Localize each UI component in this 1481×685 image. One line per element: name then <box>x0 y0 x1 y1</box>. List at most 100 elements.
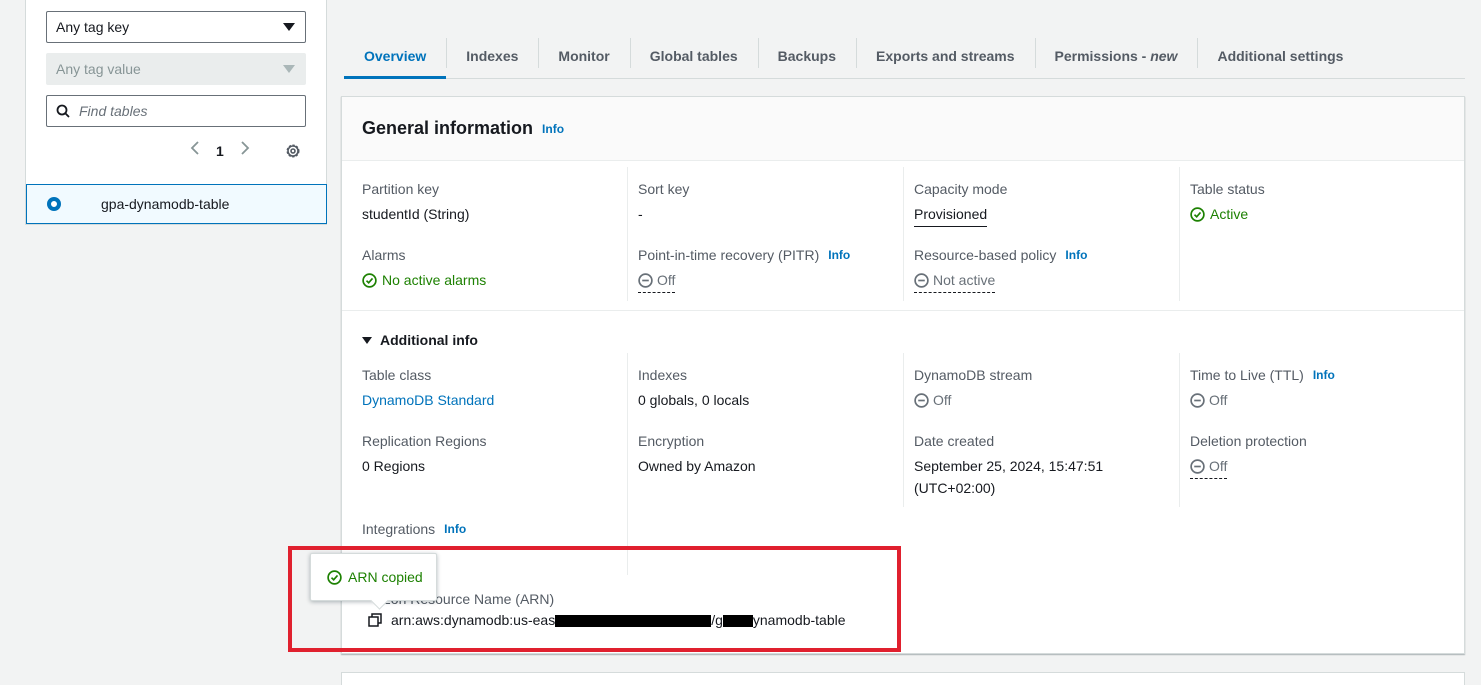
section-divider <box>342 310 1464 311</box>
caret-down-icon <box>283 23 295 31</box>
tab-additional-settings[interactable]: Additional settings <box>1197 34 1363 78</box>
pagination: 1 <box>190 140 250 161</box>
radio-selected-icon[interactable] <box>47 197 61 211</box>
field-value: Owned by Amazon <box>638 458 756 474</box>
field-label: Point-in-time recovery (PITR) <box>638 247 820 263</box>
pitr-field: Point-in-time recovery (PITR) Info Off <box>638 245 850 294</box>
ttl-value: Off <box>1209 392 1228 408</box>
info-link[interactable]: Info <box>828 248 850 262</box>
popover-text: ARN copied <box>348 569 423 585</box>
tab-label: Overview <box>364 48 427 64</box>
field-label: Date created <box>914 433 995 449</box>
gear-icon[interactable] <box>284 142 302 160</box>
find-tables-search[interactable] <box>46 95 306 127</box>
tab-label: Global tables <box>649 48 738 64</box>
table-details-tabs: Overview Indexes Monitor Global tables B… <box>344 34 1465 79</box>
indexes-field: Indexes 0 globals, 0 locals <box>638 365 749 411</box>
date-created-value: September 25, 2024, 15:47:51 <box>914 458 1104 474</box>
column-divider <box>627 167 628 301</box>
column-divider <box>903 167 904 301</box>
additional-info-expander[interactable]: Additional info <box>362 332 478 348</box>
dynamodb-stream-field: DynamoDB stream Off <box>914 365 1032 414</box>
table-name: gpa-dynamodb-table <box>101 196 230 212</box>
field-label: Table status <box>1190 181 1265 197</box>
ttl-field: Time to Live (TTL) Info Off <box>1190 365 1335 414</box>
chevron-right-icon[interactable] <box>240 140 250 161</box>
minus-circle-icon <box>638 272 653 288</box>
field-label: DynamoDB stream <box>914 367 1033 383</box>
tab-exports-and-streams[interactable]: Exports and streams <box>856 34 1035 78</box>
minus-circle-icon <box>914 392 929 408</box>
tab-overview[interactable]: Overview <box>344 34 447 79</box>
table-list-item-selected[interactable]: gpa-dynamodb-table <box>26 184 327 224</box>
tab-label: Backups <box>777 48 837 64</box>
caret-down-icon <box>362 336 372 344</box>
stream-value: Off <box>933 392 952 408</box>
info-link[interactable]: Info <box>542 122 564 136</box>
field-label: Resource-based policy <box>914 247 1057 263</box>
minus-circle-icon <box>1190 392 1205 408</box>
pitr-value[interactable]: Off <box>657 269 675 291</box>
replication-regions-field: Replication Regions 0 Regions <box>362 431 487 477</box>
field-label: Capacity mode <box>914 181 1008 197</box>
redaction-bar <box>555 615 712 628</box>
tab-label: Additional settings <box>1217 48 1344 64</box>
chevron-left-icon[interactable] <box>190 140 200 161</box>
field-label: Replication Regions <box>362 433 487 449</box>
check-circle-icon <box>327 569 342 585</box>
tag-value-select: Any tag value <box>46 53 306 85</box>
tab-new-badge: new <box>1150 48 1178 64</box>
next-container <box>341 672 1465 685</box>
page-number[interactable]: 1 <box>212 143 228 159</box>
deletion-protection-value[interactable]: Off <box>1209 455 1227 477</box>
sort-key-field: Sort key - <box>638 179 689 225</box>
date-created-timezone: (UTC+02:00) <box>914 480 996 496</box>
info-link[interactable]: Info <box>1065 248 1087 262</box>
minus-circle-icon <box>1190 458 1205 474</box>
field-label: Sort key <box>638 181 690 197</box>
redaction-bar <box>722 615 753 628</box>
arn-value: arn:aws:dynamodb:us-eas/g ynamodb-table <box>391 612 846 628</box>
section-title: General information <box>362 118 534 138</box>
arn-suffix: ynamodb-table <box>752 612 846 628</box>
tab-label: Indexes <box>466 48 519 64</box>
alarms-field: Alarms No active alarms <box>362 245 486 294</box>
tab-backups[interactable]: Backups <box>757 34 856 78</box>
find-tables-input[interactable] <box>79 103 279 119</box>
column-divider <box>627 353 628 575</box>
tab-indexes[interactable]: Indexes <box>446 34 538 78</box>
table-class-field: Table class DynamoDB Standard <box>362 365 494 411</box>
column-divider <box>1179 167 1180 301</box>
general-information-container: General information Info Partition key s… <box>341 96 1465 654</box>
capacity-mode-value[interactable]: Provisioned <box>914 203 988 227</box>
tag-key-select[interactable]: Any tag key <box>46 11 306 43</box>
expander-label: Additional info <box>380 332 478 348</box>
tab-global-tables[interactable]: Global tables <box>629 34 758 78</box>
tab-label: Permissions - <box>1054 48 1151 64</box>
deletion-protection-field: Deletion protection Off <box>1190 431 1307 480</box>
field-value: studentId (String) <box>362 206 470 222</box>
tables-navigation-panel: Any tag key Any tag value 1 gpa-dynamodb… <box>25 0 327 225</box>
info-link[interactable]: Info <box>444 522 466 536</box>
copy-icon[interactable] <box>368 613 382 627</box>
minus-circle-icon <box>914 272 929 288</box>
resource-policy-value[interactable]: Not active <box>933 269 995 291</box>
caret-down-icon <box>283 65 295 73</box>
tab-permissions[interactable]: Permissions - new <box>1034 34 1198 78</box>
resource-policy-field: Resource-based policy Info Not active <box>914 245 1087 294</box>
check-circle-icon <box>362 272 377 288</box>
column-divider <box>1179 353 1180 507</box>
field-label: Time to Live (TTL) <box>1190 367 1304 383</box>
check-circle-icon <box>1190 206 1205 222</box>
field-label: Alarms <box>362 247 406 263</box>
arn-prefix: arn:aws:dynamodb:us-eas <box>391 612 556 628</box>
tab-monitor[interactable]: Monitor <box>538 34 629 78</box>
info-link[interactable]: Info <box>1313 368 1335 382</box>
field-label: Partition key <box>362 181 440 197</box>
tag-value-select-value: Any tag value <box>56 61 141 77</box>
table-class-link[interactable]: DynamoDB Standard <box>362 392 494 408</box>
field-label: Encryption <box>638 433 705 449</box>
column-divider <box>903 353 904 507</box>
field-value: 0 Regions <box>362 458 426 474</box>
arn-copied-popover: ARN copied <box>310 553 437 601</box>
